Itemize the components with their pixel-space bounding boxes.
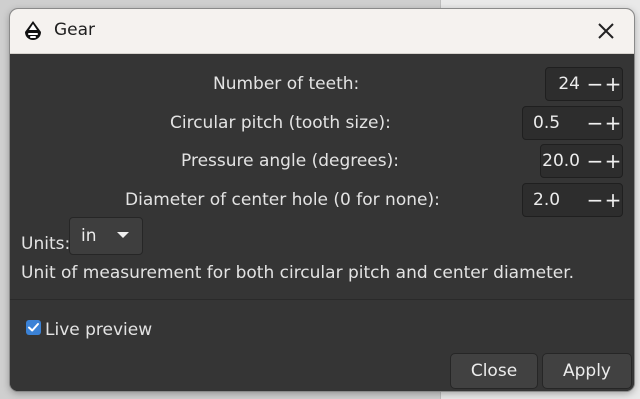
pressure-angle-spinbox[interactable]: 20.0 − + (540, 144, 623, 178)
pressure-angle-label: Pressure angle (degrees): (181, 151, 399, 171)
units-dropdown[interactable]: in (69, 217, 143, 255)
teeth-decrement-button[interactable]: − (586, 69, 604, 99)
pressure-angle-increment-button[interactable]: + (604, 146, 622, 176)
center-hole-decrement-button[interactable]: − (586, 185, 604, 215)
units-selected-value[interactable]: in (81, 226, 97, 246)
center-hole-label: Diameter of center hole (0 for none): (125, 190, 440, 210)
checkmark-icon (28, 323, 39, 332)
teeth-increment-button[interactable]: + (604, 69, 622, 99)
pitch-label: Circular pitch (tooth size): (170, 113, 391, 133)
pressure-angle-value[interactable]: 20.0 (541, 151, 586, 171)
titlebar: Gear (10, 9, 634, 54)
close-button[interactable]: Close (450, 353, 538, 389)
gear-dialog: Gear Number of teeth: 24 − + Circular pi… (10, 9, 634, 391)
dialog-title: Gear (54, 20, 96, 40)
chevron-down-icon[interactable] (117, 232, 129, 238)
pitch-decrement-button[interactable]: − (586, 108, 604, 138)
separator (10, 299, 634, 300)
apply-button[interactable]: Apply (542, 353, 632, 389)
center-hole-value[interactable]: 2.0 (523, 190, 586, 210)
center-hole-spinbox[interactable]: 2.0 − + (522, 183, 623, 217)
pitch-increment-button[interactable]: + (604, 108, 622, 138)
center-hole-increment-button[interactable]: + (604, 185, 622, 215)
live-preview-checkbox[interactable] (26, 320, 41, 335)
teeth-label: Number of teeth: (213, 74, 360, 94)
teeth-spinbox[interactable]: 24 − + (545, 67, 623, 101)
pitch-value[interactable]: 0.5 (523, 113, 586, 133)
dialog-body: Number of teeth: 24 − + Circular pitch (… (10, 54, 634, 391)
units-description: Unit of measurement for both circular pi… (21, 263, 575, 283)
teeth-value[interactable]: 24 (546, 74, 586, 94)
inkscape-icon (25, 21, 41, 40)
live-preview-label[interactable]: Live preview (45, 320, 152, 340)
pressure-angle-decrement-button[interactable]: − (586, 146, 604, 176)
pitch-spinbox[interactable]: 0.5 − + (522, 106, 623, 140)
close-icon[interactable] (594, 19, 618, 43)
units-label: Units: (21, 234, 71, 254)
